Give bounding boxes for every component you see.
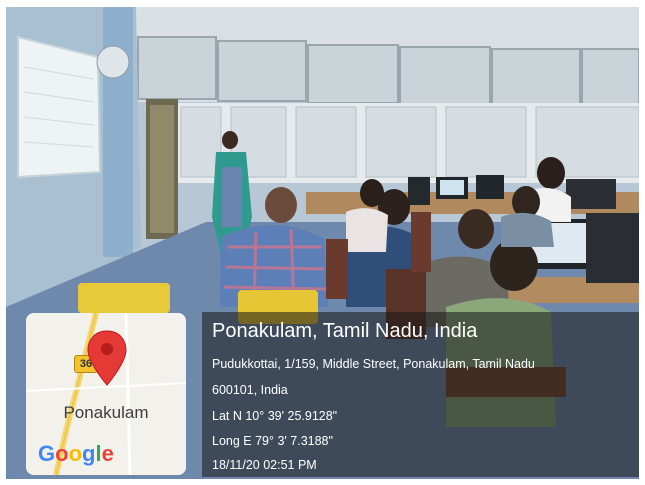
google-logo-letter: o xyxy=(68,441,83,466)
google-logo-letter: g xyxy=(82,441,96,466)
datetime-text: 18/11/20 02:51 PM xyxy=(212,458,317,472)
location-title: Ponakulam, Tamil Nadu, India xyxy=(212,320,478,342)
google-logo-letter: G xyxy=(38,441,56,466)
latitude-text: Lat N 10° 39' 25.9128" xyxy=(212,409,338,423)
map-thumbnail[interactable]: 36 Ponakulam Google xyxy=(26,313,186,475)
google-logo-letter: e xyxy=(101,441,114,466)
address-line-2: 600101, India xyxy=(212,383,288,397)
photo-frame: 36 Ponakulam Google Ponakulam, Tamil Nad… xyxy=(6,7,639,479)
map-place-label: Ponakulam xyxy=(63,403,149,422)
address-line-1: Pudukkottai, 1/159, Middle Street, Ponak… xyxy=(212,357,535,371)
longitude-text: Long E 79° 3' 7.3188" xyxy=(212,434,333,448)
location-overlay: Ponakulam, Tamil Nadu, India Pudukkottai… xyxy=(202,312,639,477)
google-logo-letter: o xyxy=(55,441,69,466)
google-logo: Google xyxy=(38,441,114,467)
